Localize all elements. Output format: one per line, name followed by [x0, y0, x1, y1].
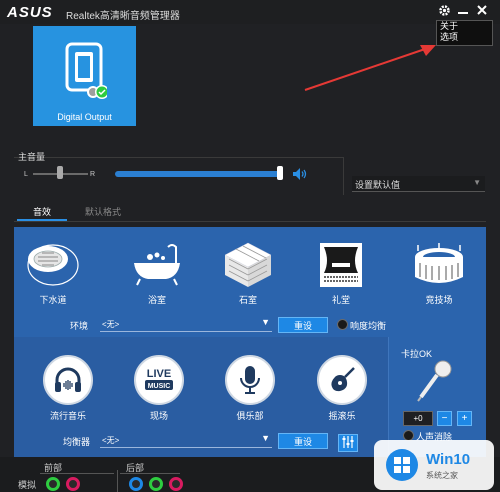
rear-jack-green[interactable] — [149, 477, 163, 491]
environment-row-label: 环境 — [70, 321, 89, 331]
guitar-icon — [331, 367, 355, 392]
eq-item-icon-circle — [317, 355, 367, 405]
eq-item-pop[interactable]: 流行音乐 — [38, 355, 98, 422]
stone-room-icon — [224, 242, 272, 287]
close-icon[interactable] — [475, 4, 489, 18]
karaoke-plus-button[interactable]: + — [457, 411, 472, 426]
minimize-icon[interactable] — [456, 4, 470, 18]
menu-item-about[interactable]: 关于 — [437, 21, 492, 32]
optical-port-icon — [65, 42, 107, 99]
front-jack-green[interactable] — [46, 477, 60, 491]
arena-icon — [415, 243, 463, 283]
speaker-icon[interactable] — [292, 167, 308, 181]
rear-divider — [120, 473, 180, 474]
jack-group-separator — [117, 470, 118, 492]
app-title: Realtek高清晰音频管理器 — [66, 11, 180, 22]
eq-item-label: 摇滚乐 — [328, 411, 356, 421]
env-item-label: 礼堂 — [331, 295, 350, 305]
eq-item-live[interactable]: LIVE MUSIC 现场 — [129, 355, 189, 422]
audio-manager-window: ASUS Realtek高清晰音频管理器 关于 选项 Digital Outpu… — [0, 0, 500, 492]
env-item-label: 下水道 — [39, 295, 67, 305]
env-item-label: 竞技场 — [425, 295, 453, 305]
env-item-arena[interactable]: 竞技场 — [408, 241, 470, 306]
default-device-label: 设置默认值 — [355, 180, 401, 190]
eq-item-icon-circle: LIVE MUSIC — [134, 355, 184, 405]
loudness-equalization-label: 响度均衡 — [350, 321, 387, 331]
annotation-arrow-icon — [304, 45, 436, 91]
equalizer-reset-button[interactable]: 重设 — [278, 433, 328, 449]
chevron-down-icon: ▼ — [473, 178, 481, 187]
gear-icon[interactable] — [437, 4, 451, 18]
chevron-down-icon: ▼ — [261, 433, 270, 443]
equalizer-select[interactable]: <无> ▼ — [100, 433, 272, 448]
env-item-sewer[interactable]: 下水道 — [22, 241, 84, 306]
loudness-equalization-checkbox[interactable] — [337, 319, 348, 330]
eq-item-label: 俱乐部 — [236, 411, 264, 421]
karaoke-minus-button[interactable]: − — [437, 411, 452, 426]
eq-item-club[interactable]: 俱乐部 — [220, 355, 280, 422]
front-jack-pink[interactable] — [66, 477, 80, 491]
tab-divider — [14, 221, 486, 222]
asus-logo: ASUS — [7, 4, 53, 21]
volume-slider[interactable] — [115, 171, 281, 177]
default-device-dropdown[interactable]: 设置默认值 ▼ — [352, 176, 485, 192]
equalizer-sliders-icon[interactable] — [338, 434, 358, 452]
karaoke-microphone-icon — [417, 360, 452, 402]
environment-select-value: <无> — [102, 320, 120, 329]
environment-select[interactable]: <无> ▼ — [100, 317, 272, 332]
environment-reset-button[interactable]: 重设 — [278, 317, 328, 333]
env-item-auditorium[interactable]: 礼堂 — [310, 241, 372, 306]
title-bar: ASUS Realtek高清晰音频管理器 — [0, 0, 500, 24]
windows-logo-icon — [386, 449, 418, 481]
sewer-icon — [27, 244, 79, 286]
balance-left-label: L — [24, 171, 28, 178]
auditorium-icon — [320, 243, 362, 287]
menu-item-options[interactable]: 选项 — [437, 32, 492, 43]
eq-item-label: 现场 — [149, 411, 168, 421]
bathtub-icon — [134, 244, 180, 286]
chevron-down-icon: ▼ — [261, 317, 270, 327]
karaoke-key-value: +0 — [403, 411, 433, 426]
equalizer-panel: 流行音乐 LIVE MUSIC 现场 俱乐部 摇滚乐 均衡器 <无> ▼ 重设 — [14, 337, 388, 457]
env-item-label: 浴室 — [147, 295, 166, 305]
equalizer-row-label: 均衡器 — [63, 437, 91, 447]
rear-jack-pink[interactable] — [169, 477, 183, 491]
eq-item-label: 流行音乐 — [49, 411, 86, 421]
master-volume-label: 主音量 — [18, 152, 46, 162]
headphones-icon — [55, 367, 81, 392]
env-item-stone-room[interactable]: 石室 — [217, 241, 279, 306]
win10-watermark: Win10 系统之家 — [374, 440, 494, 490]
balance-right-label: R — [90, 171, 96, 178]
front-divider — [40, 473, 114, 474]
svg-text:MUSIC: MUSIC — [148, 383, 171, 390]
svg-text:LIVE: LIVE — [147, 368, 171, 380]
environment-panel: 下水道 浴室 石室 礼堂 竞技场 环境 <无> ▼ 重设 响度均衡 — [14, 227, 486, 337]
live-music-icon: LIVE MUSIC — [145, 368, 173, 390]
microphone-icon — [240, 366, 260, 394]
settings-popup-menu: 关于 选项 — [436, 20, 493, 46]
digital-output-device[interactable]: Digital Output — [33, 26, 136, 126]
watermark-subtext: 系统之家 — [426, 471, 458, 480]
eq-item-icon-circle — [225, 355, 275, 405]
balance-slider-knob[interactable] — [57, 166, 63, 179]
device-label: Digital Output — [57, 112, 112, 122]
volume-slider-knob[interactable] — [277, 166, 283, 180]
tab-default-format[interactable]: 默认格式 — [78, 204, 128, 221]
eq-item-icon-circle — [43, 355, 93, 405]
watermark-text: Win10 — [426, 451, 471, 468]
analog-label: 模拟 — [18, 480, 37, 490]
env-item-bathroom[interactable]: 浴室 — [126, 241, 188, 306]
equalizer-select-value: <无> — [102, 436, 120, 445]
eq-item-rock[interactable]: 摇滚乐 — [312, 355, 372, 422]
tab-sound-effects[interactable]: 音效 — [17, 204, 67, 221]
rear-jack-blue[interactable] — [129, 477, 143, 491]
env-item-label: 石室 — [238, 295, 257, 305]
